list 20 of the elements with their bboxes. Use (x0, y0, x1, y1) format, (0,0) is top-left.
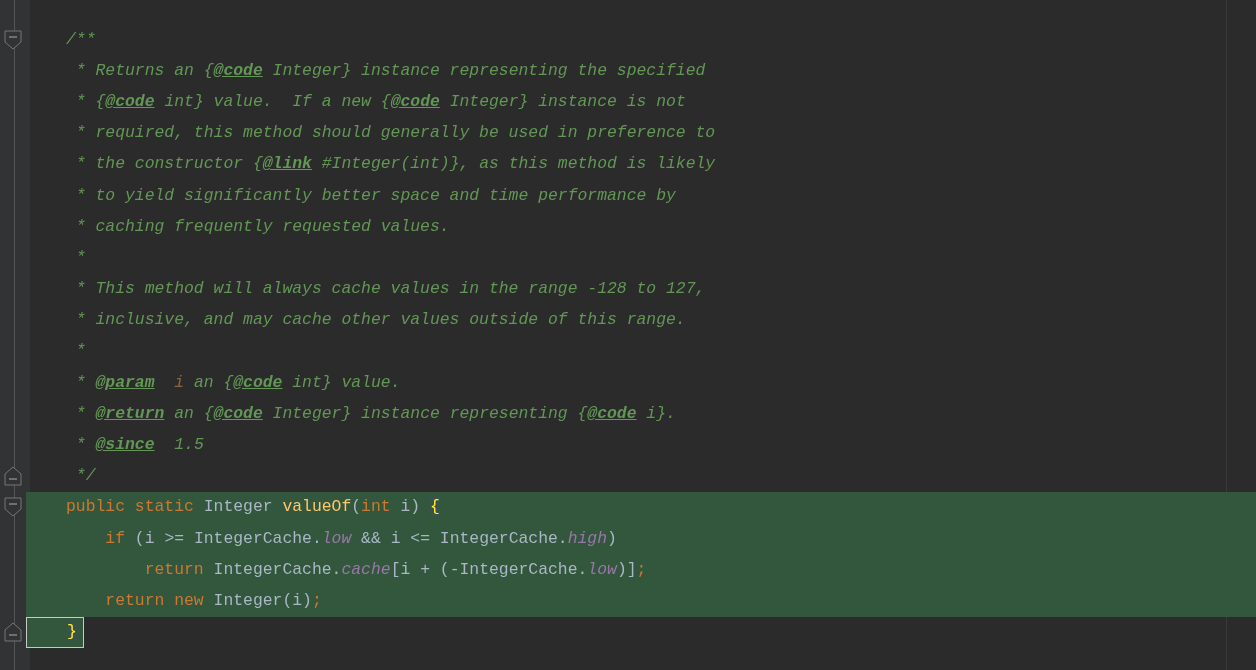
comment-line: * @return an {@code Integer} instance representing {@code i}. (74, 403, 676, 424)
comment-line: * @since 1.5 (74, 435, 204, 456)
comment-line: * inclusive, and may cache other values outside of this range. (74, 310, 686, 331)
comment-line: * (74, 247, 86, 268)
comment-line: * required, this method should generally be used in preference to (74, 123, 716, 144)
comment-line: /** (66, 29, 96, 50)
comment-line: * {@code int} value. If a new {@code Integer} instance is not (74, 91, 686, 112)
comment-line: * This method will always cache values in the range -128 to 127, (74, 279, 706, 300)
code-line: if (i >= IntegerCache.low && i <= IntegerCache.high) (104, 528, 617, 549)
comment-line: * Returns an {@code Integer} instance representing the specified (74, 60, 706, 81)
code-line: public static Integer valueOf(int i) { (66, 497, 440, 518)
comment-line: * to yield significantly better space and time performance by (74, 185, 676, 206)
fold-icon[interactable] (4, 29, 22, 50)
comment-line: * (74, 341, 86, 362)
code-line: return new Integer(i); (104, 590, 322, 611)
comment-line: * the constructor {@link #Integer(int)}, as this method is likely (74, 154, 716, 175)
comment-line: */ (74, 466, 96, 487)
code-line: return IntegerCache.cache[i + (-IntegerCache.low)]; (143, 559, 647, 580)
comment-line: * caching frequently requested values. (74, 216, 450, 237)
comment-line: * @param i an {@code int} value. (74, 372, 401, 393)
